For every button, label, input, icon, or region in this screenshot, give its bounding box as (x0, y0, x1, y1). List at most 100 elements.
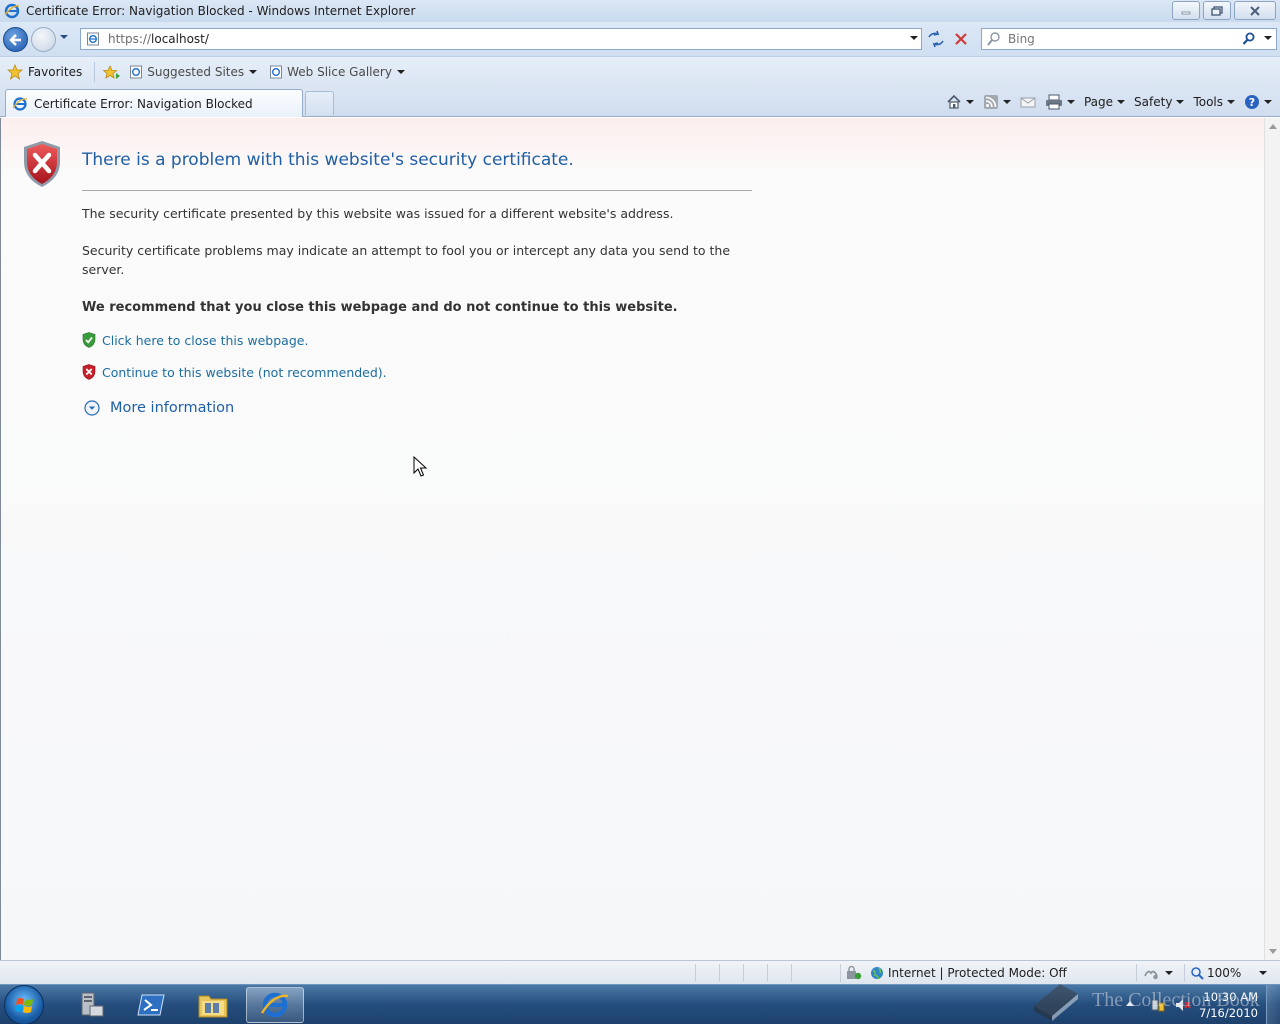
svg-text:?: ? (1249, 96, 1255, 109)
tab-row: Certificate Error: Navigation Blocked Pa… (0, 86, 1280, 117)
home-button[interactable] (946, 94, 974, 110)
window-title: Certificate Error: Navigation Blocked - … (26, 4, 416, 18)
folder-icon (198, 995, 228, 1018)
powershell-icon (137, 994, 165, 1016)
ie-page-icon (130, 65, 143, 78)
safety-menu[interactable]: Safety (1134, 95, 1185, 109)
continue-to-website-link[interactable]: Continue to this website (not recommende… (102, 365, 387, 380)
command-bar: Page Safety Tools ? (937, 91, 1272, 113)
restore-icon (1211, 5, 1223, 16)
minimize-icon (1181, 11, 1191, 14)
search-input[interactable] (1008, 32, 1228, 46)
chevron-down-icon (1259, 971, 1268, 975)
help-icon: ? (1245, 95, 1259, 109)
vertical-scrollbar[interactable] (1264, 118, 1280, 960)
watermark-text: The Collection Book (1092, 988, 1260, 1011)
chevron-down-icon (396, 69, 405, 74)
new-tab-button[interactable] (305, 91, 334, 115)
chevron-down-icon[interactable] (1066, 100, 1075, 104)
minimize-button[interactable] (1172, 1, 1200, 20)
tools-menu[interactable]: Tools (1193, 95, 1235, 109)
page-menu-label: Page (1083, 95, 1114, 109)
favorites-separator (94, 61, 96, 82)
page-menu[interactable]: Page (1083, 95, 1126, 109)
taskbar-explorer[interactable] (184, 987, 242, 1023)
windows-logo-icon (15, 998, 33, 1013)
expand-chevron-icon (84, 400, 100, 416)
green-shield-check-icon (82, 332, 96, 348)
print-button[interactable] (1045, 94, 1075, 110)
error-shield-icon (24, 141, 60, 187)
continue-option: Continue to this website (not recommende… (82, 364, 387, 380)
chevron-down-icon (1165, 971, 1173, 975)
ie-icon (4, 3, 20, 19)
add-to-favorites-bar-icon[interactable] (103, 64, 121, 80)
refresh-icon[interactable] (926, 30, 946, 48)
ie-page-icon (270, 65, 283, 78)
risk-description: Security certificate problems may indica… (82, 243, 731, 277)
restore-button[interactable] (1203, 1, 1231, 20)
scroll-up-arrow-icon[interactable] (1269, 124, 1277, 129)
chevron-down-icon[interactable] (1264, 100, 1272, 104)
page-title: There is a problem with this website's s… (82, 150, 574, 170)
chevron-down-icon (1117, 100, 1126, 104)
recent-pages-dropdown[interactable] (60, 35, 68, 39)
chevron-down-icon[interactable] (965, 100, 974, 104)
mismatch-description: The security certificate presented by th… (82, 206, 674, 221)
printer-icon (1045, 94, 1062, 110)
close-window-button[interactable] (1234, 1, 1276, 20)
heading-divider (82, 190, 752, 191)
security-status-icon[interactable] (846, 966, 862, 980)
search-icon[interactable] (1242, 32, 1256, 46)
navigation-bar: https://localhost/ (0, 22, 1280, 56)
tab-certificate-error[interactable]: Certificate Error: Navigation Blocked (5, 89, 303, 117)
url-text[interactable]: https://localhost/ (108, 32, 209, 46)
search-box[interactable] (981, 28, 1277, 50)
globe-icon (871, 967, 883, 980)
close-webpage-link[interactable]: Click here to close this webpage. (102, 333, 308, 348)
server-manager-icon (81, 992, 104, 1017)
address-bar[interactable]: https://localhost/ (80, 28, 922, 50)
favorites-item-web-slice-gallery[interactable]: Web Slice Gallery (269, 65, 405, 79)
stop-icon[interactable] (952, 30, 970, 48)
show-desktop-button[interactable] (1266, 985, 1280, 1024)
chevron-down-icon[interactable] (1002, 100, 1011, 104)
taskbar-powershell[interactable] (122, 987, 180, 1023)
status-separator (767, 964, 768, 982)
star-icon (7, 63, 23, 80)
status-separator (840, 964, 841, 982)
favorites-label: Favorites (28, 64, 83, 79)
favorites-item-suggested-sites[interactable]: Suggested Sites (129, 65, 258, 79)
favorites-bar: Favorites Suggested Sites Web Slice Gall… (0, 56, 1280, 86)
tab-label: Certificate Error: Navigation Blocked (34, 96, 253, 111)
more-information-toggle[interactable]: More information (84, 400, 234, 416)
taskbar-server-manager[interactable] (62, 987, 120, 1023)
address-dropdown[interactable] (910, 36, 918, 40)
web-slice-gallery-label: Web Slice Gallery (287, 64, 392, 79)
favorites-button[interactable]: Favorites (7, 60, 82, 84)
forward-button[interactable] (31, 27, 56, 52)
mouse-pointer-icon (413, 456, 427, 477)
feeds-button[interactable] (983, 94, 1011, 110)
status-separator (719, 964, 720, 982)
status-separator (791, 964, 792, 982)
safety-menu-label: Safety (1134, 95, 1173, 109)
more-information-label: More information (110, 400, 235, 416)
certificate-error-tab-icon (12, 96, 28, 111)
search-provider-icon (987, 32, 1000, 46)
taskbar-internet-explorer[interactable] (246, 987, 304, 1023)
red-shield-x-icon (82, 364, 96, 380)
close-webpage-option: Click here to close this webpage. (82, 332, 308, 348)
watermark: The Collection Book (1030, 978, 1260, 1022)
chevron-down-icon (249, 69, 258, 74)
search-options-dropdown[interactable] (1264, 36, 1272, 40)
start-button[interactable] (4, 985, 44, 1024)
help-button[interactable]: ? (1244, 94, 1272, 110)
chevron-down-icon (1176, 100, 1185, 104)
book-logo-icon (1034, 984, 1078, 1021)
chevron-down-icon (1227, 100, 1235, 104)
home-icon (947, 94, 961, 109)
back-button[interactable] (3, 27, 28, 52)
read-mail-button[interactable] (1020, 95, 1036, 109)
scroll-down-arrow-icon[interactable] (1269, 949, 1277, 954)
